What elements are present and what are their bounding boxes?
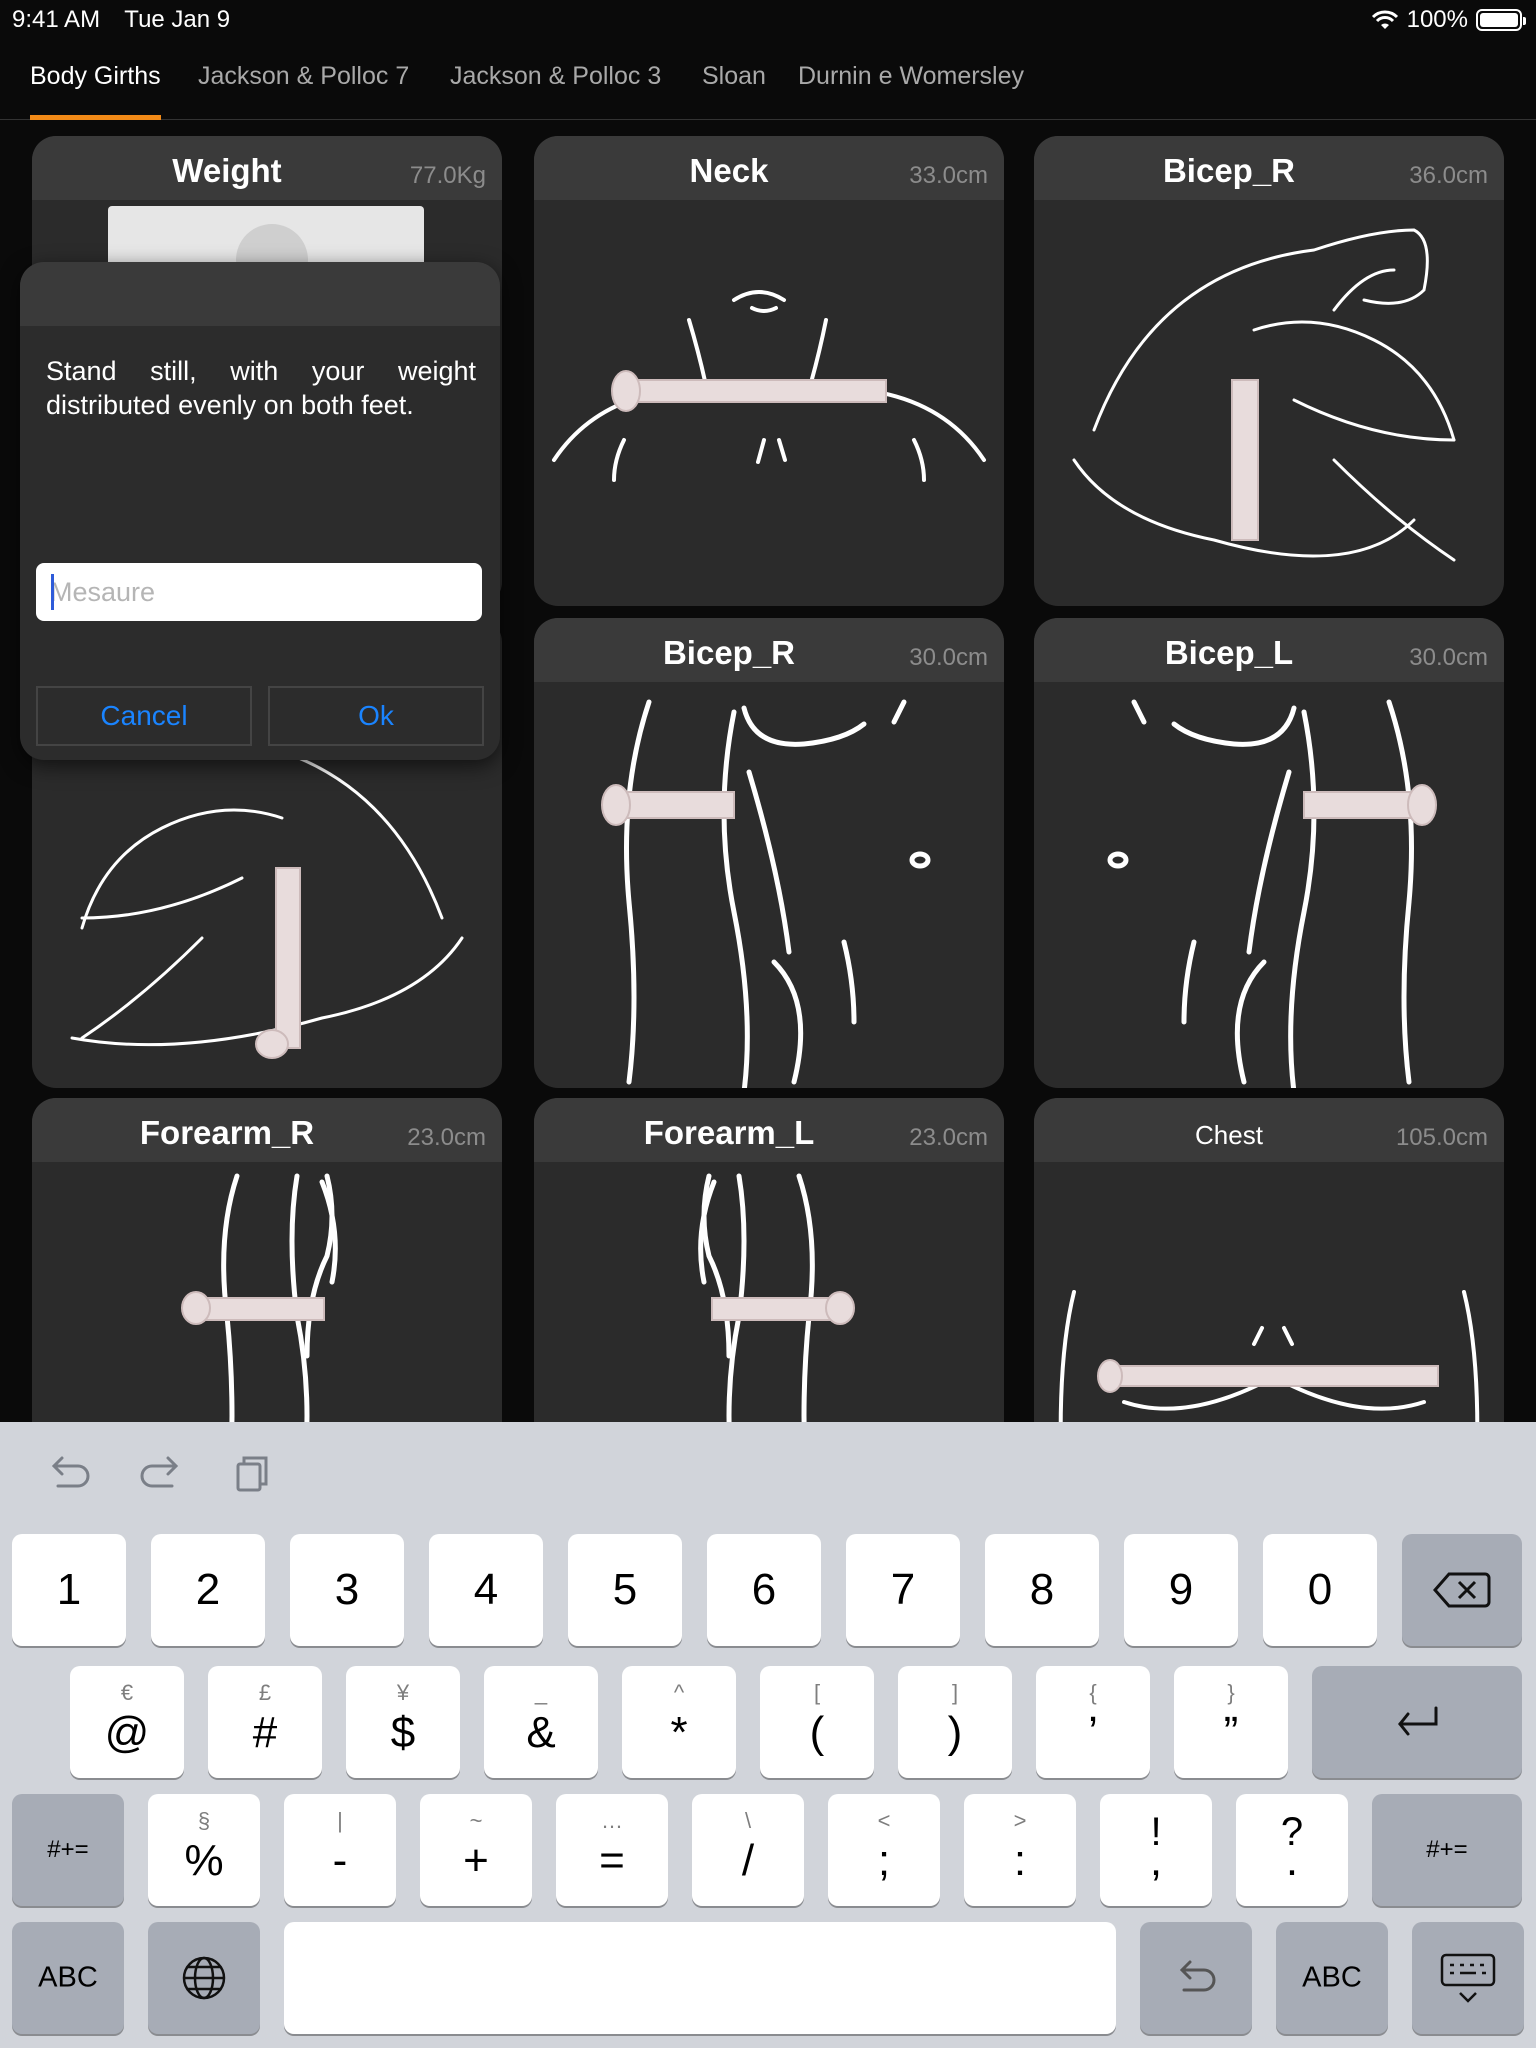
key-dash[interactable]: | - xyxy=(284,1794,396,1906)
ok-button[interactable]: Ok xyxy=(268,686,484,746)
key-close-paren[interactable]: ]) xyxy=(898,1666,1012,1778)
redo-icon[interactable] xyxy=(136,1450,186,1500)
key-quote[interactable]: }” xyxy=(1174,1666,1288,1778)
key-at[interactable]: € @ xyxy=(70,1666,184,1778)
card-bicep-r-flexed[interactable]: Bicep_R 36.0cm xyxy=(1034,136,1504,606)
card-value: 23.0cm xyxy=(909,1124,988,1151)
card-value: 30.0cm xyxy=(909,644,988,671)
status-date: Tue Jan 9 xyxy=(124,6,231,33)
abc-key-right[interactable]: ABC xyxy=(1276,1922,1388,2034)
text-caret xyxy=(51,574,54,610)
key-asterisk[interactable]: ^ * xyxy=(622,1666,736,1778)
card-value: 33.0cm xyxy=(909,162,988,189)
key-8[interactable]: 8 xyxy=(985,1534,1099,1646)
paste-icon[interactable] xyxy=(228,1450,278,1500)
card-title: Neck xyxy=(689,152,769,189)
symbols-key-right[interactable]: #+= xyxy=(1372,1794,1522,1906)
tab-durnin-womersley[interactable]: Durnin e Womersley xyxy=(798,62,1024,120)
card-bicep-r-relaxed[interactable]: Bicep_R 30.0cm xyxy=(534,618,1004,1088)
tab-sloan[interactable]: Sloan xyxy=(702,62,766,120)
keyboard-dismiss-icon xyxy=(1440,1953,1496,2003)
abc-key-left[interactable]: ABC xyxy=(12,1922,124,2034)
key-plus[interactable]: ~ + xyxy=(420,1794,532,1906)
space-key[interactable] xyxy=(284,1922,1116,2034)
card-value: 105.0cm xyxy=(1395,1124,1488,1151)
card-neck[interactable]: Neck 33.0cm xyxy=(534,136,1004,606)
dialog-header xyxy=(20,262,500,326)
symbols-key-left[interactable]: #+= xyxy=(12,1794,124,1906)
undo-key[interactable] xyxy=(1140,1922,1252,2034)
card-value: 77.0Kg xyxy=(409,162,486,189)
neck-illustration xyxy=(534,200,1004,606)
active-tab-indicator xyxy=(30,115,161,120)
tab-body-girths[interactable]: Body Girths xyxy=(30,62,161,120)
card-value: 36.0cm xyxy=(1409,162,1488,189)
key-equals[interactable]: … = xyxy=(556,1794,668,1906)
keyboard: 1 2 3 4 5 6 7 8 9 0 € @ £ # ¥ $ _ & ^ * [( ])… xyxy=(0,1422,1536,2048)
key-percent[interactable]: §% xyxy=(148,1794,260,1906)
measure-input[interactable] xyxy=(36,563,482,621)
battery-icon xyxy=(1476,9,1526,31)
measure-dialog: Stand still, with your weight distribute… xyxy=(20,262,500,760)
key-0[interactable]: 0 xyxy=(1263,1534,1377,1646)
key-open-paren[interactable]: [( xyxy=(760,1666,874,1778)
card-title: Bicep_R xyxy=(1162,152,1296,189)
delete-key[interactable] xyxy=(1402,1534,1522,1646)
card-title: Forearm_R xyxy=(139,1114,315,1151)
card-title: Chest xyxy=(1195,1120,1263,1150)
card-title: Bicep_L xyxy=(1164,634,1294,671)
tab-bar: Body Girths Jackson & Polloc 7 Jackson &… xyxy=(0,40,1536,120)
wifi-icon xyxy=(1371,10,1398,29)
key-1[interactable]: 1 xyxy=(12,1534,126,1646)
battery-percent: 100% xyxy=(1406,6,1468,33)
card-title: Forearm_L xyxy=(643,1114,815,1151)
arm-left-illustration xyxy=(1034,682,1504,1088)
key-semicolon[interactable]: <; xyxy=(828,1794,940,1906)
key-3[interactable]: 3 xyxy=(290,1534,404,1646)
card-value: 30.0cm xyxy=(1409,644,1488,671)
key-9[interactable]: 9 xyxy=(1124,1534,1238,1646)
dialog-message: Stand still, with your weight distribute… xyxy=(46,356,476,420)
globe-icon xyxy=(182,1956,226,2000)
undo-arrow-icon xyxy=(1179,1960,1216,1992)
key-comma[interactable]: !, xyxy=(1100,1794,1212,1906)
card-value: 23.0cm xyxy=(407,1124,486,1151)
globe-key[interactable] xyxy=(148,1922,260,2034)
key-4[interactable]: 4 xyxy=(429,1534,543,1646)
tab-jackson-polloc-3[interactable]: Jackson & Polloc 3 xyxy=(450,62,661,120)
delete-icon xyxy=(1433,1572,1491,1608)
key-5[interactable]: 5 xyxy=(568,1534,682,1646)
status-bar: 9:41 AM Tue Jan 9 100% xyxy=(0,0,1536,40)
card-title: Bicep_R xyxy=(662,634,796,671)
key-6[interactable]: 6 xyxy=(707,1534,821,1646)
key-colon[interactable]: >: xyxy=(964,1794,1076,1906)
return-icon xyxy=(1398,1706,1438,1736)
key-hash[interactable]: £ # xyxy=(208,1666,322,1778)
return-key[interactable] xyxy=(1312,1666,1522,1778)
key-dollar[interactable]: ¥ $ xyxy=(346,1666,460,1778)
dismiss-keyboard-key[interactable] xyxy=(1412,1922,1524,2034)
key-7[interactable]: 7 xyxy=(846,1534,960,1646)
key-apostrophe[interactable]: {’ xyxy=(1036,1666,1150,1778)
undo-icon[interactable] xyxy=(44,1450,94,1500)
cancel-button[interactable]: Cancel xyxy=(36,686,252,746)
key-ampersand[interactable]: _ & xyxy=(484,1666,598,1778)
status-time: 9:41 AM xyxy=(12,6,101,33)
key-2[interactable]: 2 xyxy=(151,1534,265,1646)
flexed-arm-illustration xyxy=(1034,200,1504,606)
key-period[interactable]: ?. xyxy=(1236,1794,1348,1906)
card-title: Weight xyxy=(172,152,282,189)
arm-relaxed-illustration xyxy=(534,682,1004,1088)
key-slash[interactable]: \ / xyxy=(692,1794,804,1906)
card-bicep-l[interactable]: Bicep_L 30.0cm xyxy=(1034,618,1504,1088)
tab-jackson-polloc-7[interactable]: Jackson & Polloc 7 xyxy=(198,62,409,120)
